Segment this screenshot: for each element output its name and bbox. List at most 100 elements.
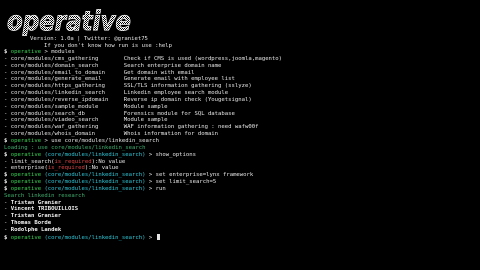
prompt-symbol: $ [4,234,8,241]
module-description: Module sample [123,103,168,110]
status-text: Search linkedin research [4,192,85,199]
option-row: - enterprise(is_required):No value [4,165,119,172]
module-prompt-line: $ operative (core/modules/linkedin_searc… [4,172,476,179]
module-description: SSL/TLS information gathering (sslyze) [123,83,252,90]
twitter-handle: @graniet75 [114,36,148,42]
prompt-symbol: $ [4,49,8,55]
module-path: core/modules/sample_module [10,103,99,110]
active-module: (core/modules/linkedin_search) [44,185,146,192]
prompt-symbol: $ [4,151,8,158]
prompt-symbol: $ [4,179,8,186]
active-module: (core/modules/linkedin_search) [44,179,146,186]
status-line: Loading : use core/modules/linkedin_sear… [4,145,476,152]
module-prompt-line: $ operative (core/modules/linkedin_searc… [4,186,476,193]
prompt-symbol: $ [4,137,8,144]
employee-name: Tristan Granier [10,213,62,220]
help-hint: If you don't know how run is use :help [44,43,172,49]
prompt-separator: > [148,185,153,192]
module-row: - core/modules/email_to_domain Get domain… [4,69,195,76]
command-text: set enterprise=lynx framework [155,172,254,179]
logo-text: operative [7,6,131,36]
module-row: - core/modules/https_gathering SSL/TLS in… [4,83,252,90]
module-description: Get domain with email [123,69,195,76]
module-path: core/modules/waf_gathering [10,124,99,131]
module-prompt-line: $ operative (core/modules/linkedin_searc… [4,152,476,159]
result-bullet: - [4,206,8,213]
prompt-separator: > [44,49,48,55]
status-text: Loading : use core/modules/linkedin_sear… [4,144,146,151]
module-description: Generate email with employee list [123,76,235,83]
module-row: - core/modules/search_db Forensics module… [4,110,235,117]
module-row: - core/modules/generate_email Generate em… [4,76,235,83]
module-path: core/modules/viadeo_search [10,117,99,124]
result-row: - Tristan Granier [4,200,476,207]
operative-ascii-logo: operative [7,6,132,36]
active-module: (core/modules/linkedin_search) [44,172,146,179]
option-value: :No value [88,165,119,172]
module-row: - core/modules/cms_gathering Check if CMS… [4,55,283,62]
module-row: - core/modules/waf_gathering WAF informat… [4,124,259,131]
module-description: Whois information for domain [123,131,219,138]
module-description: Search enterprise domain name [123,62,222,69]
prompt-line: $ operative > use core/modules/linkedin_… [4,138,476,145]
module-description: Linkedin employee search module [123,90,229,97]
prompt-separator: > [44,137,48,144]
required-flag: is_required [47,165,85,172]
prompt-name: operative [10,185,42,192]
option-name: enterprise [10,165,45,172]
result-bullet: - [4,226,8,233]
prompt-name: operative [10,137,42,144]
active-module: (core/modules/linkedin_search) [44,234,146,241]
version-label: Version: [30,36,57,42]
result-bullet: - [4,213,8,220]
command-text: modules [51,49,75,55]
result-row: - Vincent TRIBOUILLOIS [4,206,476,213]
option-row: - limit_search(is_required):No value [4,158,126,165]
employee-name: Tristan Granier [10,199,62,206]
module-path: core/modules/linkedin_search [10,90,106,97]
option-name: limit_search [10,158,52,165]
prompt-name: operative [10,151,42,158]
module-row: - core/modules/reverse_ipdomain Reverse i… [4,96,252,103]
module-row: - core/modules/domain_search Search enter… [4,62,222,69]
module-path: core/modules/search_db [10,110,85,117]
version-line: Version: 1.0a | Twitter: @graniet75 [30,36,148,42]
module-path: core/modules/domain_search [10,62,99,69]
result-bullet: - [4,220,8,227]
module-row: - core/modules/sample_module Module sampl… [4,103,168,110]
module-prompt-line: $ operative (core/modules/linkedin_searc… [4,179,476,186]
prompt-name: operative [10,234,42,241]
employee-name: Rodolphe Landek [10,226,62,233]
option-bullet: - [4,165,8,172]
module-path: core/modules/whois_domain [10,131,95,138]
terminal-window[interactable]: operative Version: 1.0a | Twitter: @gran… [0,0,480,270]
result-row: - Tristan Granier [4,213,476,220]
prompt-separator: > [148,179,153,186]
command-text: show_options [155,151,197,158]
module-description: Reverse ip domain check (Yougetsignal) [123,96,252,103]
version-value: 1.0a [60,36,74,42]
module-description: WAF information gathering : need wafw00f [123,124,259,131]
module-prompt-line: $ operative (core/modules/linkedin_searc… [4,233,476,241]
employee-name: Vincent TRIBOUILLOIS [10,206,79,213]
terminal-cursor[interactable] [156,233,160,240]
result-bullet: - [4,199,8,206]
result-row: - Thomas Borde [4,220,476,227]
module-row: - core/modules/viadeo_search Module sampl… [4,117,168,124]
module-path: core/modules/cms_gathering [10,55,99,62]
status-line: Search linkedin research [4,193,476,200]
command-text: use core/modules/linkedin_search [51,137,159,144]
prompt-line: $ operative > modules [4,49,476,56]
command-text: set limit_search=5 [155,179,217,186]
banner: operative Version: 1.0a | Twitter: @gran… [4,3,476,49]
prompt-symbol: $ [4,185,8,192]
prompt-separator: > [148,151,153,158]
prompt-separator: > [148,234,153,241]
module-path: core/modules/reverse_ipdomain [10,96,109,103]
terminal-output: $ operative > modules - core/modules/cms_… [4,49,476,241]
prompt-name: operative [10,49,42,55]
twitter-label: Twitter: [83,36,111,42]
module-description: Check if CMS is used (wordpress,joomla,m… [123,55,283,62]
prompt-symbol: $ [4,172,8,179]
option-value: :No value [94,158,126,165]
